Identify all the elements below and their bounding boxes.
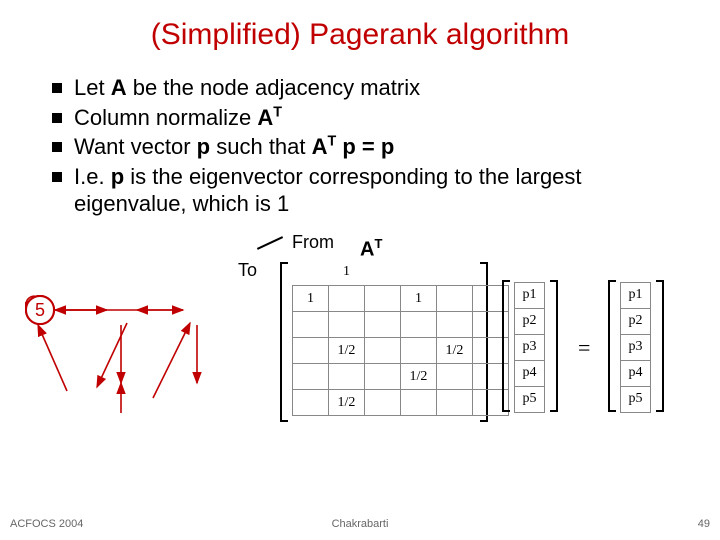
- matrix: 1 11 1/21/2 1/2 1/2: [292, 260, 509, 417]
- at-label: AT: [360, 236, 382, 262]
- slide-title: (Simplified) Pagerank algorithm: [0, 0, 720, 52]
- graph-node: 5: [25, 295, 55, 325]
- bracket-icon: [502, 280, 510, 412]
- graph: 1 2 3 4 5: [25, 295, 225, 455]
- to-line: [257, 236, 283, 250]
- to-label: To: [238, 260, 257, 281]
- bullet-icon: [52, 83, 62, 93]
- bullet-icon: [52, 142, 62, 152]
- bullet-icon: [52, 113, 62, 123]
- bracket-icon: [656, 280, 664, 412]
- footer-center: Chakrabarti: [332, 518, 389, 530]
- bullet-item: Want vector p such that AT p = p: [52, 133, 680, 161]
- p-vector-result: p1 p2 p3 p4 p5: [620, 282, 651, 413]
- from-label: From: [292, 232, 334, 253]
- p-vector: p1 p2 p3 p4 p5: [514, 282, 545, 413]
- bullet-icon: [52, 172, 62, 182]
- footer-left: ACFOCS 2004: [10, 518, 83, 530]
- footer-right: 49: [698, 518, 710, 530]
- graph-edges: [25, 295, 225, 465]
- bullet-list: Let A be the node adjacency matrix Colum…: [0, 52, 720, 218]
- bullet-item: Column normalize AT: [52, 104, 680, 132]
- bracket-icon: [280, 262, 288, 422]
- bracket-icon: [550, 280, 558, 412]
- equals-sign: =: [578, 335, 590, 361]
- diagram-area: To From AT: [0, 230, 720, 480]
- bullet-item: Let A be the node adjacency matrix: [52, 74, 680, 102]
- bracket-icon: [608, 280, 616, 412]
- bullet-item: I.e. p is the eigenvector corresponding …: [52, 163, 680, 218]
